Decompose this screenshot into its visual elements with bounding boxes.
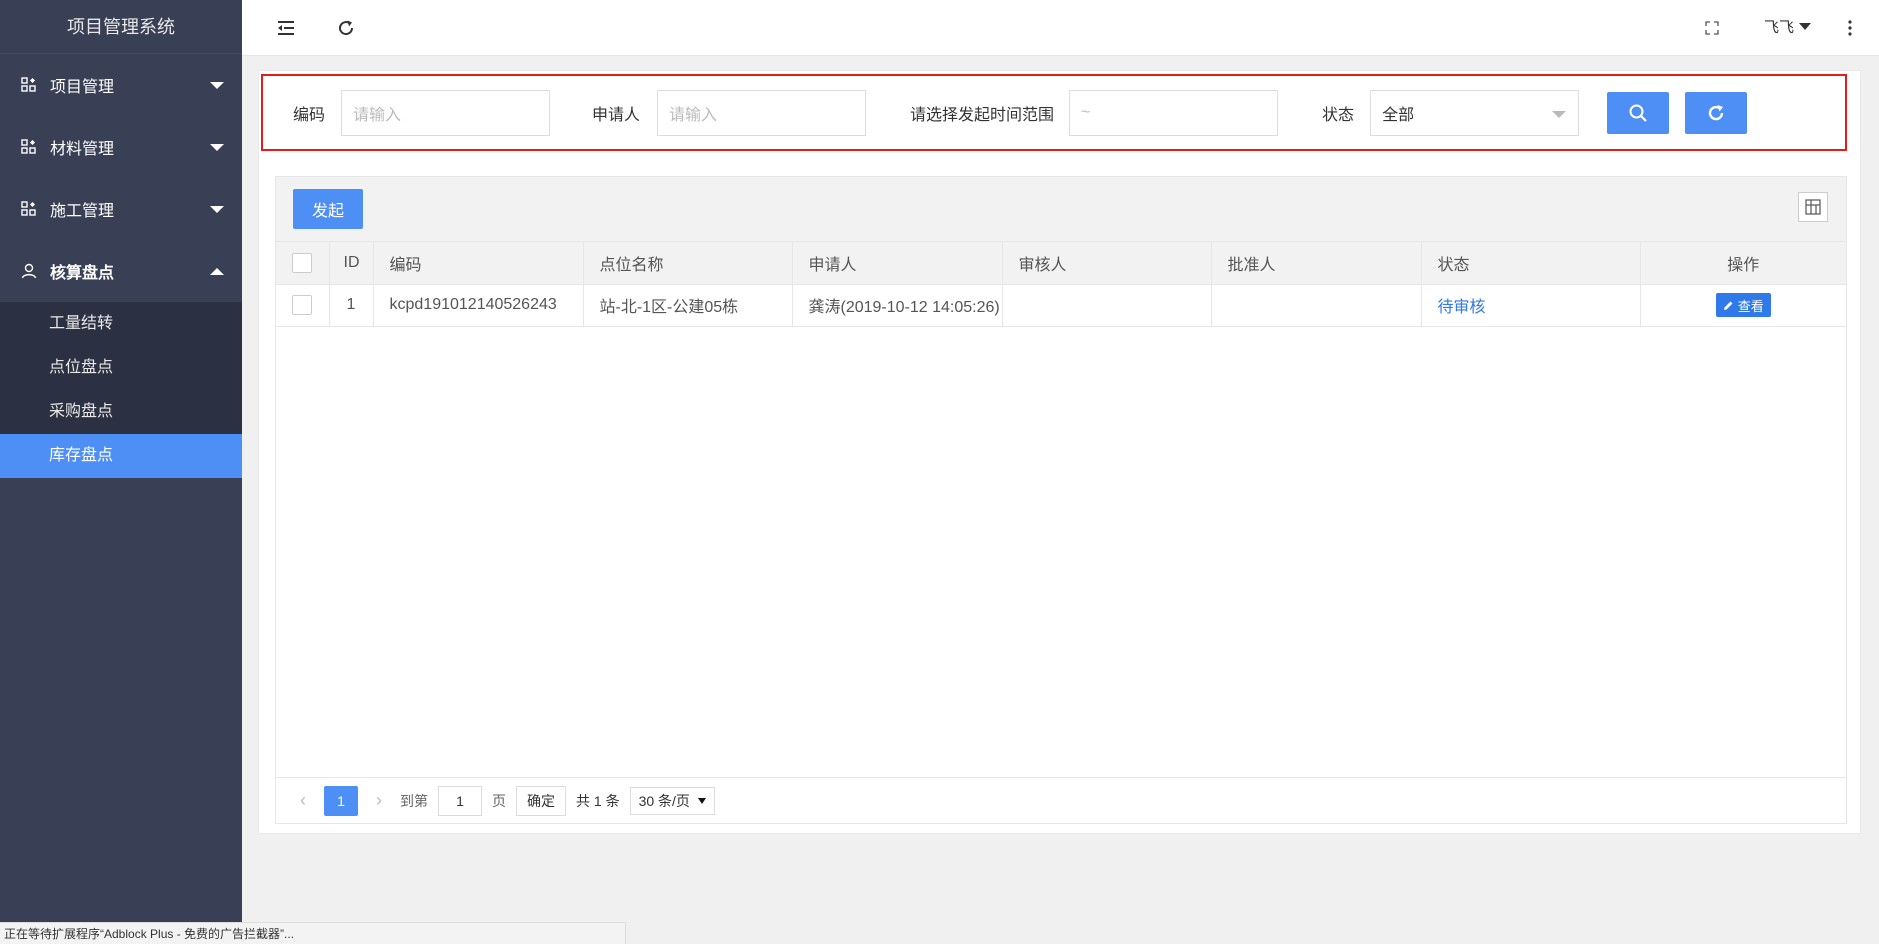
submenu-accounting: 工量结转 点位盘点 采购盘点 库存盘点 [0, 302, 242, 478]
page-size-select[interactable]: 30 条/页 [629, 786, 715, 815]
applicant-label: 申请人 [592, 106, 641, 124]
pagination: ‹ 1 › 到第 1 页 确定 共 1 条 30 条/页 [276, 777, 1846, 823]
top-bar: 飞飞 [242, 0, 1879, 56]
status-select-value: 全部 [1382, 106, 1415, 124]
status-label: 状态 [1322, 106, 1355, 124]
sidebar-item-point-inventory[interactable]: 点位盘点 [0, 346, 242, 390]
app-title: 项目管理系统 [0, 0, 242, 54]
menu-construction-management[interactable]: 施工管理 [0, 178, 242, 240]
user-menu[interactable]: 飞飞 [1764, 16, 1812, 37]
goto-confirm-button[interactable]: 确定 [516, 785, 566, 816]
sidebar-item-stock-inventory[interactable]: 库存盘点 [0, 434, 242, 478]
view-button[interactable]: 查看 [1715, 293, 1771, 317]
module-icon [20, 138, 38, 156]
collapse-menu-icon[interactable] [272, 14, 300, 42]
row-select-cell [276, 284, 330, 327]
chevron-down-icon [210, 144, 224, 151]
chevron-down-icon [210, 82, 224, 89]
code-label: 编码 [293, 106, 326, 124]
table-row: 1 kcpd191012140526243 站-北-1区-公建05栋 龚涛(20… [276, 284, 1846, 327]
select-all-cell [276, 242, 330, 285]
cell-code: kcpd191012140526243 [373, 284, 584, 327]
column-header: 操作 [1640, 242, 1846, 285]
total-count: 共 1 条 [576, 792, 620, 809]
table-header-row: ID 编码 点位名称 申请人 审核人 批准人 状态 操作 [276, 242, 1846, 285]
next-page-icon[interactable]: › [368, 790, 390, 811]
time-range-label: 请选择发起时间范围 [910, 106, 1055, 124]
cell-location: 站-北-1区-公建05栋 [583, 284, 793, 327]
time-range-input[interactable]: ~ [1069, 89, 1279, 136]
column-header[interactable]: ID [329, 242, 374, 285]
column-header[interactable]: 批准人 [1211, 242, 1422, 285]
chevron-down-icon [1552, 110, 1567, 118]
chevron-down-icon [210, 206, 224, 213]
page-current[interactable]: 1 [324, 785, 358, 816]
cell-reviewer [1002, 284, 1212, 327]
search-icon [1629, 104, 1647, 122]
column-header[interactable]: 点位名称 [583, 242, 793, 285]
column-header[interactable]: 状态 [1421, 242, 1641, 285]
menu-material-management[interactable]: 材料管理 [0, 116, 242, 178]
cell-status[interactable]: 待审核 [1421, 284, 1641, 327]
cell-approver [1211, 284, 1422, 327]
sidebar-item-work-transfer[interactable]: 工量结转 [0, 302, 242, 346]
menu-label: 核算盘点 [50, 265, 115, 282]
refresh-icon[interactable] [332, 14, 360, 42]
goto-label: 到第 [400, 792, 428, 809]
menu-accounting-inventory[interactable]: 核算盘点 [0, 240, 242, 302]
module-icon [20, 200, 38, 218]
menu-project-management[interactable]: 项目管理 [0, 54, 242, 116]
table-toolbar: 发起 [276, 177, 1846, 242]
fullscreen-icon[interactable] [1698, 14, 1726, 42]
search-button[interactable] [1607, 91, 1670, 134]
data-table: ID 编码 点位名称 申请人 审核人 批准人 状态 操作 1 kcpd19101… [276, 242, 1846, 327]
column-header[interactable]: 申请人 [792, 242, 1003, 285]
cell-action: 查看 [1640, 284, 1846, 327]
edit-icon [1723, 301, 1733, 310]
module-icon [20, 76, 38, 94]
status-select[interactable]: 全部 [1370, 89, 1580, 136]
page-unit-label: 页 [492, 792, 506, 809]
caret-down-icon [1799, 23, 1812, 30]
prev-page-icon[interactable]: ‹ [292, 790, 314, 811]
sidebar: 项目管理系统 项目管理 材料管理 施工管理 核算盘点 工量结转 点位盘点 采购盘… [0, 0, 242, 944]
menu-label: 材料管理 [50, 141, 115, 158]
cell-applicant: 龚涛(2019-10-12 14:05:26) [792, 284, 1003, 327]
column-filter-icon[interactable] [1798, 192, 1828, 222]
user-name: 飞飞 [1764, 19, 1795, 36]
menu-label: 项目管理 [50, 79, 115, 96]
cell-id: 1 [329, 284, 374, 327]
user-icon [20, 262, 38, 280]
view-button-label: 查看 [1737, 298, 1764, 314]
reset-button[interactable] [1685, 91, 1748, 134]
browser-status-bar: 正在等待扩展程序“Adblock Plus - 免费的广告拦截器”... [0, 922, 626, 944]
launch-button[interactable]: 发起 [293, 189, 363, 229]
goto-page-input[interactable]: 1 [438, 785, 482, 816]
refresh-icon [1708, 104, 1724, 120]
chevron-up-icon [210, 268, 224, 275]
select-all-checkbox[interactable] [292, 252, 312, 273]
page-size-value: 30 条/页 [638, 792, 690, 809]
sidebar-item-purchase-inventory[interactable]: 采购盘点 [0, 390, 242, 434]
column-header[interactable]: 编码 [373, 242, 584, 285]
menu-label: 施工管理 [50, 203, 115, 220]
search-form: 编码 请输入 申请人 请输入 请选择发起时间范围 ~ 状态 全部 [261, 74, 1847, 151]
applicant-input[interactable]: 请输入 [657, 89, 867, 136]
column-header[interactable]: 审核人 [1002, 242, 1212, 285]
row-checkbox[interactable] [292, 295, 312, 315]
more-vertical-icon[interactable] [1836, 14, 1864, 42]
caret-down-icon [697, 797, 706, 804]
data-table-panel: 发起 ID 编码 点位名称 申请人 审核人 批准人 状态 操作 1 kcpd19… [275, 176, 1847, 824]
code-input[interactable]: 请输入 [341, 89, 551, 136]
